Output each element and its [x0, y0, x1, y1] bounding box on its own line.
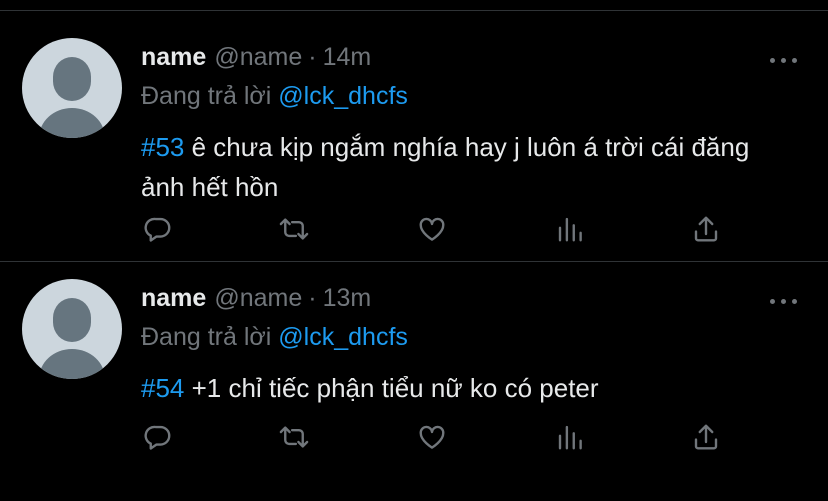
reply-button[interactable] — [138, 417, 178, 457]
like-button[interactable] — [412, 417, 452, 457]
share-button[interactable] — [686, 417, 726, 457]
avatar[interactable] — [22, 279, 122, 379]
action-bar — [141, 417, 741, 457]
avatar-body — [39, 108, 105, 138]
retweet-icon — [279, 218, 309, 240]
reply-icon — [144, 217, 171, 242]
tweet[interactable]: name @name · 13m Đang trả lời @lck_dhcfs #5… — [0, 251, 828, 501]
avatar-head — [53, 57, 91, 101]
analytics-button[interactable] — [550, 209, 590, 249]
reply-context: Đang trả lời @lck_dhcfs — [141, 323, 408, 352]
retweet-button[interactable] — [274, 209, 314, 249]
tweet-text: #53 ê chưa kịp ngắm nghía hay j luôn á t… — [141, 127, 791, 207]
like-button[interactable] — [412, 209, 452, 249]
hashtag-link[interactable]: #53 — [141, 132, 184, 162]
reply-button[interactable] — [138, 209, 178, 249]
retweet-icon — [279, 426, 309, 448]
separator-dot: · — [308, 284, 317, 312]
tweet-body: ê chưa kịp ngắm nghía hay j luôn á trời … — [141, 132, 750, 202]
reply-context: Đang trả lời @lck_dhcfs — [141, 82, 408, 111]
like-icon — [419, 217, 445, 241]
reply-mention-link[interactable]: @lck_dhcfs — [278, 82, 408, 110]
analytics-button[interactable] — [550, 417, 590, 457]
user-handle[interactable]: @name — [214, 284, 302, 312]
retweet-button[interactable] — [274, 417, 314, 457]
share-icon — [694, 424, 718, 450]
analytics-icon — [558, 425, 582, 450]
reply-mention-link[interactable]: @lck_dhcfs — [278, 323, 408, 351]
tweet-header: name @name · 14m — [141, 40, 371, 74]
analytics-icon — [558, 217, 582, 242]
reply-prefix: Đang trả lời — [141, 82, 272, 110]
avatar-body — [39, 349, 105, 379]
tweet-body: +1 chỉ tiếc phận tiểu nữ ko có peter — [184, 373, 599, 403]
reply-prefix: Đang trả lời — [141, 323, 272, 351]
tweet-text: #54 +1 chỉ tiếc phận tiểu nữ ko có peter — [141, 368, 791, 408]
avatar[interactable] — [22, 38, 122, 138]
reply-icon — [144, 425, 171, 450]
like-icon — [419, 425, 445, 449]
display-name[interactable]: name — [141, 43, 206, 71]
separator-dot: · — [308, 43, 317, 71]
tweet-header: name @name · 13m — [141, 281, 371, 315]
more-options-icon[interactable] — [770, 299, 798, 307]
share-icon — [694, 216, 718, 242]
action-bar — [141, 209, 741, 249]
timestamp[interactable]: 13m — [323, 284, 372, 312]
share-button[interactable] — [686, 209, 726, 249]
avatar-head — [53, 298, 91, 342]
hashtag-link[interactable]: #54 — [141, 373, 184, 403]
display-name[interactable]: name — [141, 284, 206, 312]
user-handle[interactable]: @name — [214, 43, 302, 71]
more-options-icon[interactable] — [770, 58, 798, 66]
timestamp[interactable]: 14m — [323, 43, 372, 71]
tweet[interactable]: name @name · 14m Đang trả lời @lck_dhcfs #5… — [0, 10, 828, 260]
